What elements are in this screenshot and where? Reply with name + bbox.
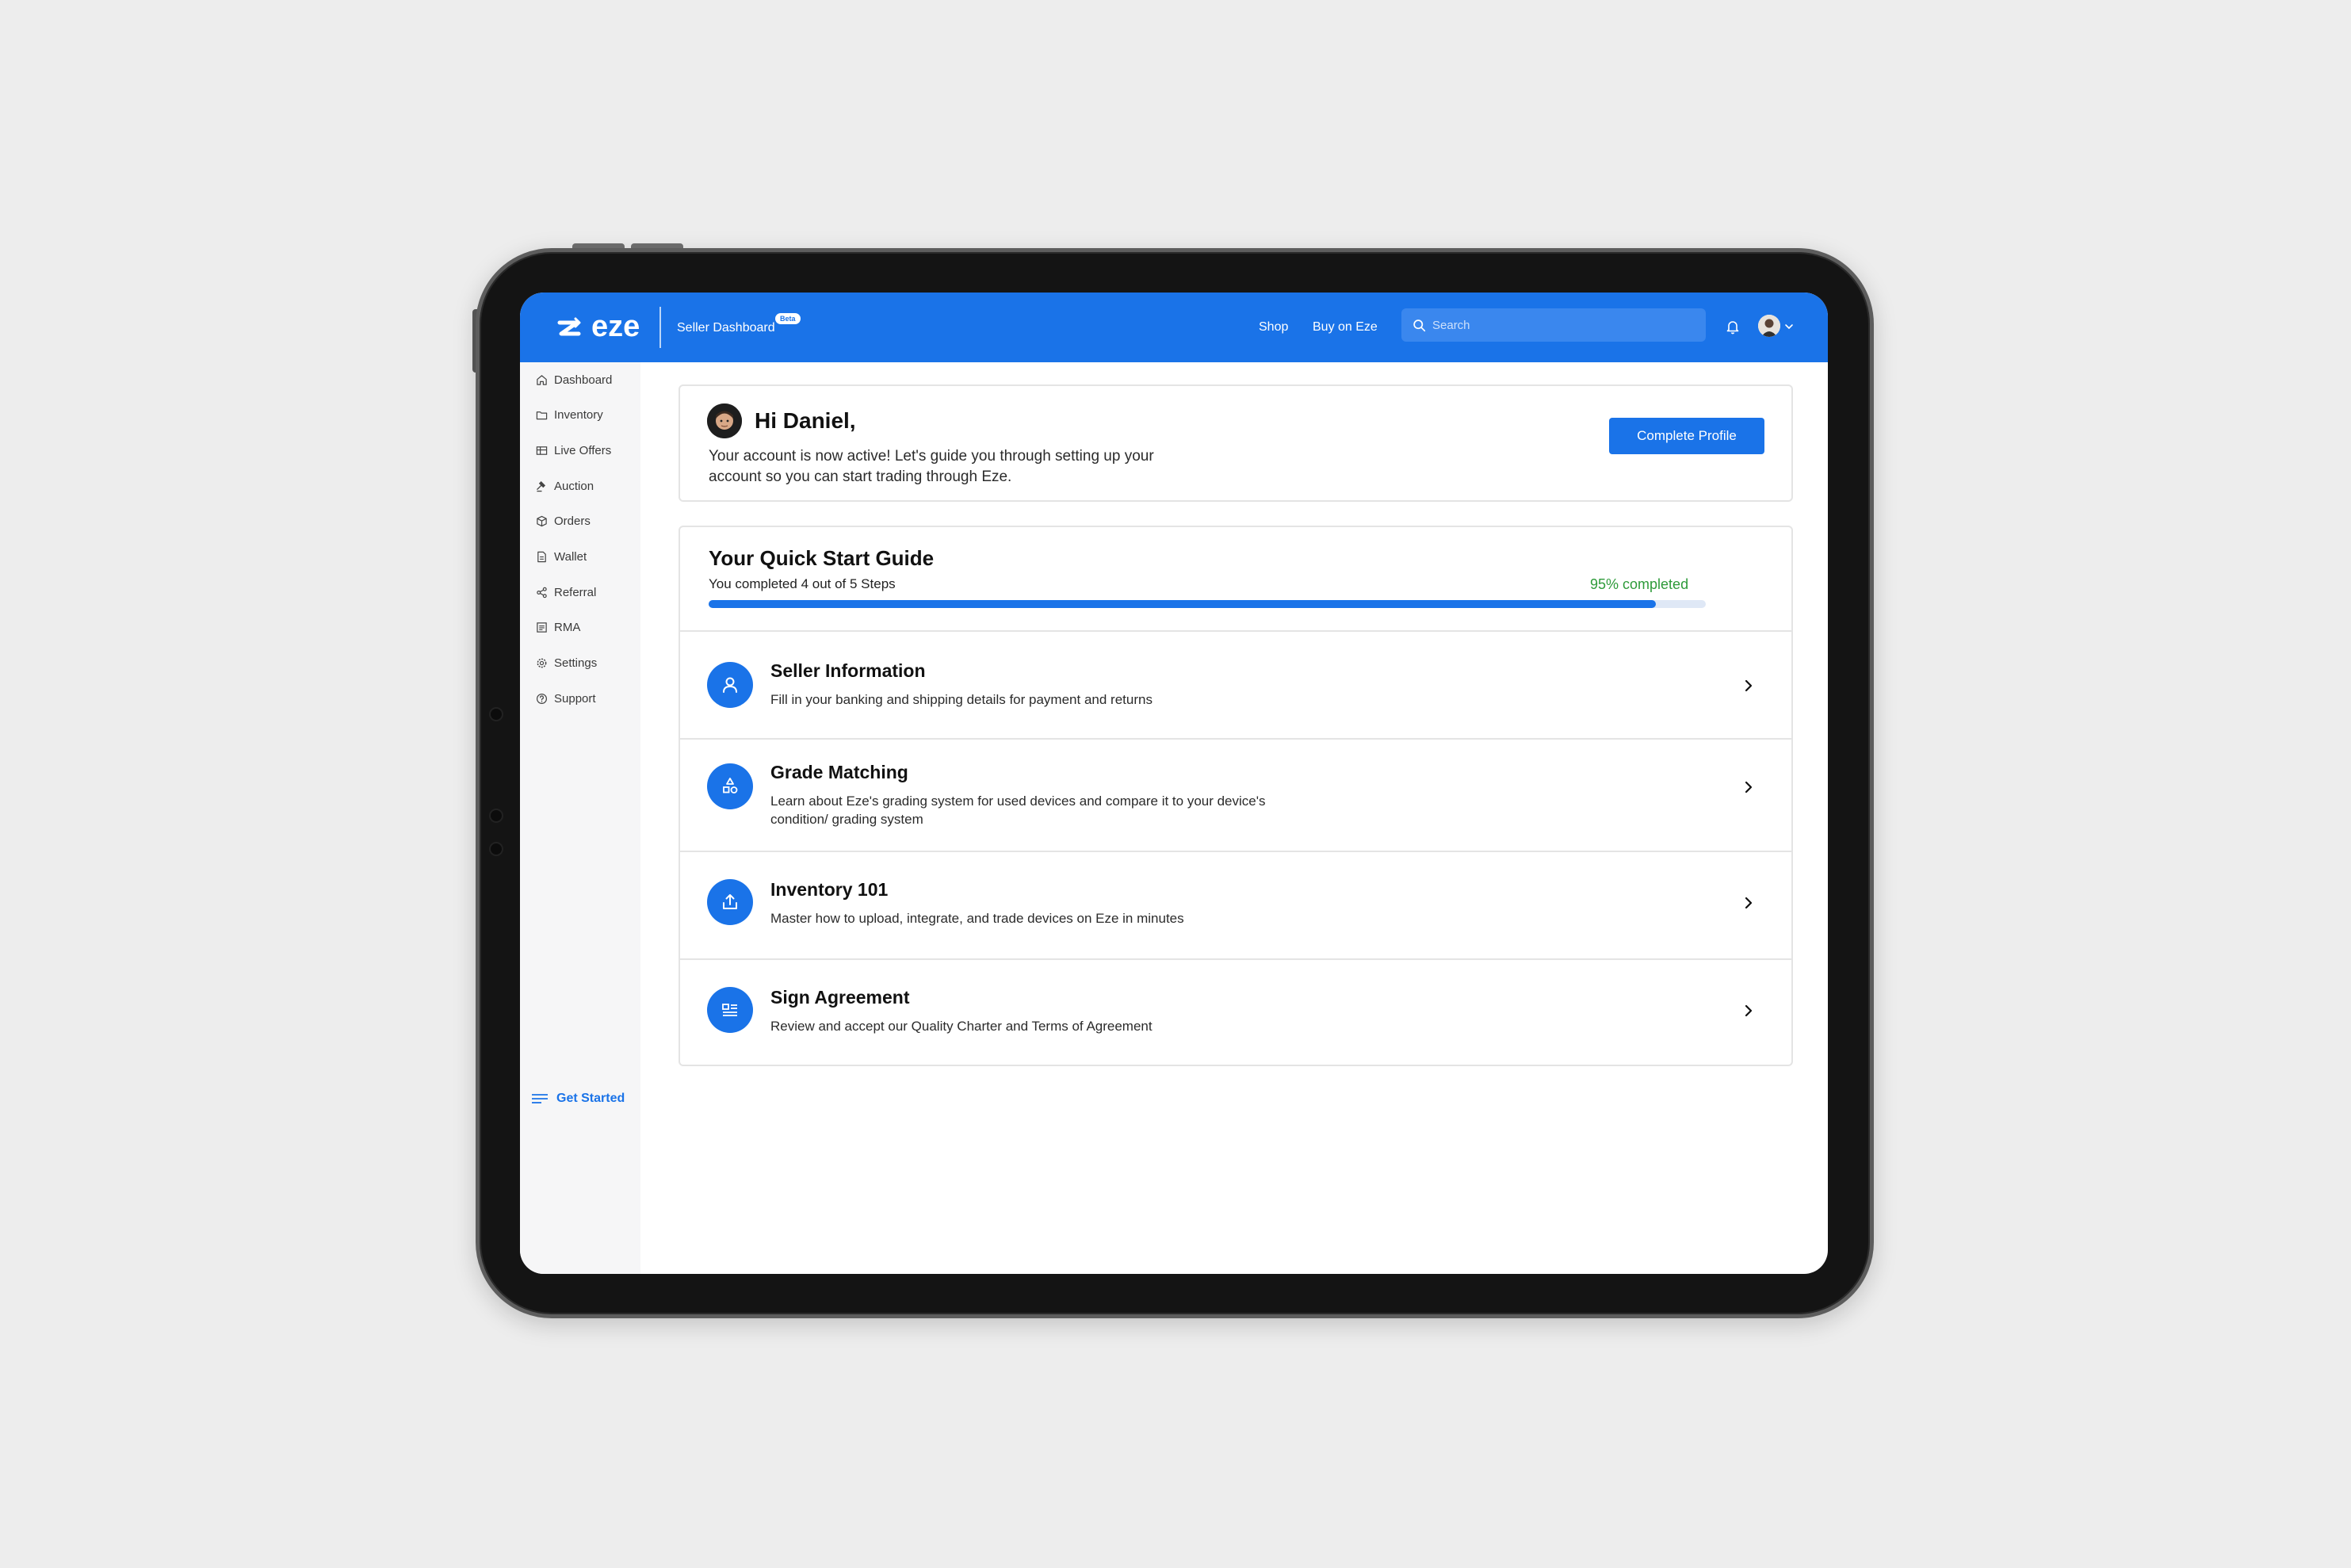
sidebar-item-support[interactable]: Support	[536, 692, 596, 706]
document-icon	[537, 622, 547, 633]
sidebar-item-label: Wallet	[554, 550, 587, 564]
sidebar-item-settings[interactable]: Settings	[536, 656, 597, 670]
quick-start-guide-card: Your Quick Start Guide You completed 4 o…	[679, 526, 1793, 1066]
share-icon	[537, 587, 547, 599]
welcome-message: Your account is now active! Let's guide …	[709, 448, 1154, 485]
sidebar-item-referral[interactable]: Referral	[536, 586, 596, 599]
upload-icon	[723, 894, 737, 909]
sidebar-item-label: RMA	[554, 621, 581, 634]
wallet-icon	[537, 551, 546, 563]
camera-dot	[489, 809, 503, 823]
beta-badge: Beta	[775, 313, 801, 324]
step-description: Learn about Eze's grading system for use…	[770, 794, 1266, 827]
help-icon	[536, 693, 548, 705]
avatar-image	[1758, 315, 1780, 337]
dashboard-title: Seller Dashboard	[677, 321, 775, 335]
sidebar: Dashboard Inventory Live Offers Auction …	[520, 362, 640, 1274]
screen: eze Seller Dashboard Beta Shop Buy on Ez…	[520, 293, 1828, 1274]
sidebar-item-label: Dashboard	[554, 373, 613, 387]
eze-logo-icon	[557, 317, 581, 335]
logo-text: eze	[591, 310, 640, 343]
welcome-card: Hi Daniel, Your account is now active! L…	[679, 384, 1793, 502]
step-icon-badge	[707, 763, 753, 809]
eze-logo[interactable]: eze	[553, 310, 640, 344]
sidebar-item-label: Support	[554, 692, 596, 706]
camera-dot	[489, 842, 503, 856]
home-icon	[537, 375, 547, 385]
step-title: Seller Information	[770, 660, 926, 681]
nav-shop-link[interactable]: Shop	[1259, 320, 1288, 335]
welcome-title: Hi Daniel,	[755, 408, 856, 433]
step-title: Grade Matching	[770, 762, 908, 782]
complete-profile-button[interactable]: Complete Profile	[1609, 418, 1764, 454]
chevron-right-icon	[1745, 781, 1753, 794]
sidebar-item-dashboard[interactable]: Dashboard	[536, 373, 612, 387]
chevron-right-icon	[1745, 1004, 1753, 1017]
search-input[interactable]	[1432, 318, 1686, 332]
step-title: Inventory 101	[770, 879, 889, 900]
step-icon-badge	[707, 987, 753, 1033]
step-grade-matching[interactable]: Grade Matching Learn about Eze's grading…	[680, 738, 1791, 851]
sidebar-item-label: Settings	[554, 656, 598, 670]
sidebar-item-live-offers[interactable]: Live Offers	[536, 444, 611, 457]
header-divider	[659, 307, 661, 348]
sidebar-item-rma[interactable]: RMA	[536, 621, 580, 634]
chevron-right-icon	[1745, 897, 1753, 909]
folder-icon	[536, 411, 548, 420]
memoji-image	[707, 403, 742, 438]
search-icon	[1413, 319, 1426, 331]
sidebar-item-auction[interactable]: Auction	[536, 480, 594, 493]
guide-percent-label: 95% completed	[1590, 576, 1689, 592]
chevron-right-icon	[1745, 679, 1753, 692]
sidebar-item-label: Inventory	[554, 408, 603, 422]
step-icon-badge	[707, 662, 753, 708]
sidebar-item-label: Live Offers	[554, 444, 612, 457]
step-description: Fill in your banking and shipping detail…	[770, 692, 1153, 707]
shapes-icon	[723, 778, 738, 794]
sidebar-item-label: Orders	[554, 514, 591, 528]
step-seller-information[interactable]: Seller Information Fill in your banking …	[680, 630, 1791, 738]
user-avatar[interactable]	[1758, 315, 1780, 337]
sidebar-item-wallet[interactable]: Wallet	[536, 550, 587, 564]
guide-title: Your Quick Start Guide	[709, 546, 935, 570]
sidebar-item-orders[interactable]: Orders	[536, 514, 591, 528]
bell-icon[interactable]	[1725, 319, 1741, 335]
get-started-button[interactable]: Get Started	[531, 1092, 625, 1106]
gavel-icon	[537, 481, 545, 492]
menu-lines-icon	[532, 1094, 548, 1103]
search-box[interactable]	[1401, 308, 1706, 342]
progress-bar	[709, 600, 1706, 608]
nav-buy-on-eze-link[interactable]: Buy on Eze	[1313, 320, 1378, 335]
progress-bar-fill	[709, 600, 1657, 608]
step-description: Master how to upload, integrate, and tra…	[770, 911, 1184, 926]
gear-icon	[537, 658, 547, 668]
guide-subtitle: You completed 4 out of 5 Steps	[709, 576, 896, 591]
agreement-icon	[722, 1004, 737, 1016]
step-title: Sign Agreement	[770, 987, 910, 1008]
sidebar-item-label: Referral	[554, 586, 597, 599]
box-icon	[537, 515, 547, 527]
welcome-avatar	[707, 403, 742, 438]
step-description: Review and accept our Quality Charter an…	[770, 1019, 1153, 1034]
get-started-label: Get Started	[556, 1092, 625, 1105]
step-icon-badge	[707, 879, 753, 925]
step-sign-agreement[interactable]: Sign Agreement Review and accept our Qua…	[680, 958, 1791, 1065]
camera-dot	[489, 707, 503, 721]
step-inventory-101[interactable]: Inventory 101 Master how to upload, inte…	[680, 851, 1791, 958]
user-icon	[723, 677, 737, 693]
sidebar-item-inventory[interactable]: Inventory	[536, 408, 603, 422]
chevron-down-icon[interactable]	[1783, 321, 1795, 332]
sidebar-item-label: Auction	[554, 480, 594, 493]
offers-icon	[536, 446, 548, 455]
top-bar: eze Seller Dashboard Beta Shop Buy on Ez…	[520, 293, 1828, 362]
